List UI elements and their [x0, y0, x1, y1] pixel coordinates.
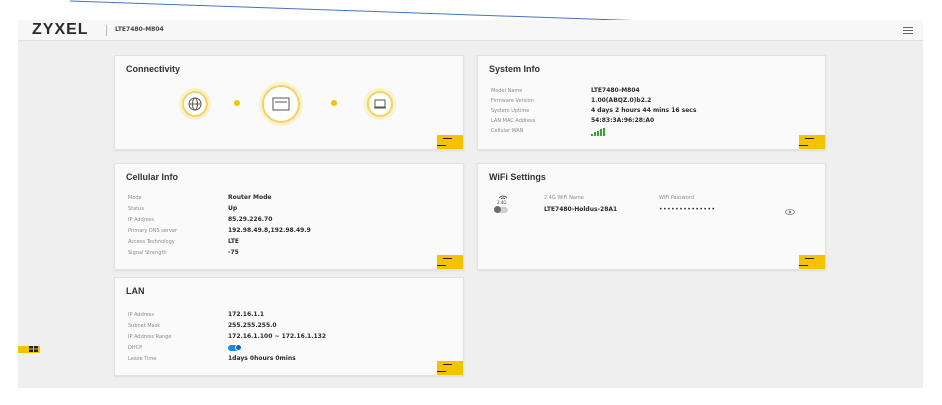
dashboard-layout-button[interactable]: [18, 346, 40, 353]
primary-dns-value: 192.98.49.8,192.98.49.9: [228, 227, 311, 234]
connection-dot-2: [331, 100, 337, 106]
subnet-mask-label: Subnet Mask: [128, 323, 161, 329]
globe-icon[interactable]: [182, 91, 208, 117]
wifi-name-header: 2.4G WiFi Name: [544, 195, 584, 201]
model-name-label: Model Name: [491, 88, 523, 94]
header-divider: [106, 25, 107, 36]
lease-time-label: Lease Time: [128, 356, 157, 362]
firmware-version-label: Firmware Version: [491, 98, 534, 104]
status-label: Status: [128, 206, 144, 212]
access-technology-label: Access Technology: [128, 239, 175, 245]
wifi-settings-more-button[interactable]: [799, 255, 825, 269]
system-uptime-label: System Uptime: [491, 108, 530, 114]
wifi-password-value: ••••••••••••••: [659, 206, 716, 213]
show-password-eye-icon[interactable]: [785, 209, 795, 215]
system-uptime-value: 4 days 2 hours 44 mins 16 secs: [591, 107, 697, 114]
dhcp-toggle[interactable]: [228, 344, 242, 351]
lan-title: LAN: [126, 286, 145, 296]
hamburger-menu-icon[interactable]: [903, 27, 913, 34]
header-model-name: LTE7480-M804: [115, 26, 164, 33]
top-bar: ZYXEL LTE7480-M804: [18, 20, 923, 41]
status-value: Up: [228, 205, 238, 212]
mode-label: Mode: [128, 195, 142, 201]
access-technology-value: LTE: [228, 238, 240, 245]
wifi-band-label: 2.4G: [497, 200, 507, 205]
system-info-more-button[interactable]: [799, 135, 825, 149]
connectivity-card: Connectivity: [114, 55, 464, 150]
subnet-mask-value: 255.255.255.0: [228, 322, 277, 329]
connectivity-more-button[interactable]: [437, 135, 463, 149]
ip-address-label: IP Address: [128, 217, 154, 223]
router-dashboard: ZYXEL LTE7480-M804 Connectivity System I…: [18, 20, 923, 388]
ip-address-range-label: IP Address Range: [128, 334, 172, 340]
connection-dot-1: [234, 100, 240, 106]
zyxel-logo: ZYXEL: [32, 21, 89, 38]
ip-address-value: 85.29.226.70: [228, 216, 273, 223]
computer-icon[interactable]: [367, 91, 393, 117]
dhcp-label: DHCP: [128, 345, 143, 351]
router-icon[interactable]: [262, 85, 300, 123]
lan-more-button[interactable]: [437, 361, 463, 375]
firmware-version-value: 1.00(ABQZ.0)b2.2: [591, 97, 652, 104]
system-info-card: System Info Model Name LTE7480-M804 Firm…: [477, 55, 826, 150]
cellular-wan-label: Cellular WAN: [491, 128, 524, 134]
wifi-toggle[interactable]: [494, 206, 508, 213]
cellular-info-card: Cellular Info Mode Router Mode Status Up…: [114, 163, 464, 270]
primary-dns-label: Primary DNS server: [128, 228, 178, 234]
lan-card: LAN IP Address 172.16.1.1 Subnet Mask 25…: [114, 277, 464, 376]
lan-ip-address-value: 172.16.1.1: [228, 311, 265, 318]
mode-value: Router Mode: [228, 194, 272, 201]
signal-strength-value: -75: [228, 249, 239, 256]
wifi-settings-card: WiFi Settings 2.4G 2.4G WiFi Name WiFi P…: [477, 163, 826, 270]
system-info-title: System Info: [489, 64, 541, 74]
grid-icon: [29, 346, 38, 352]
ip-address-range-value: 172.16.1.100 ~ 172.16.1.132: [228, 333, 327, 340]
cellular-info-title: Cellular Info: [126, 172, 179, 182]
wifi-settings-title: WiFi Settings: [489, 172, 546, 182]
wifi-password-header: WiFi Password: [659, 195, 695, 201]
model-name-value: LTE7480-M804: [591, 87, 640, 94]
lan-mac-address-value: 54:83:3A:96:28:A0: [591, 117, 655, 124]
lan-ip-address-label: IP Address: [128, 312, 154, 318]
lease-time-value: 1days 0hours 0mins: [228, 355, 296, 362]
signal-bars-icon: [591, 128, 605, 136]
signal-strength-label: Signal Strength: [128, 250, 167, 256]
lan-mac-address-label: LAN MAC Address: [491, 118, 536, 124]
cellular-info-more-button[interactable]: [437, 255, 463, 269]
connectivity-title: Connectivity: [126, 64, 181, 74]
wifi-name-value: LTE7480-Holdus-28A1: [544, 206, 618, 213]
